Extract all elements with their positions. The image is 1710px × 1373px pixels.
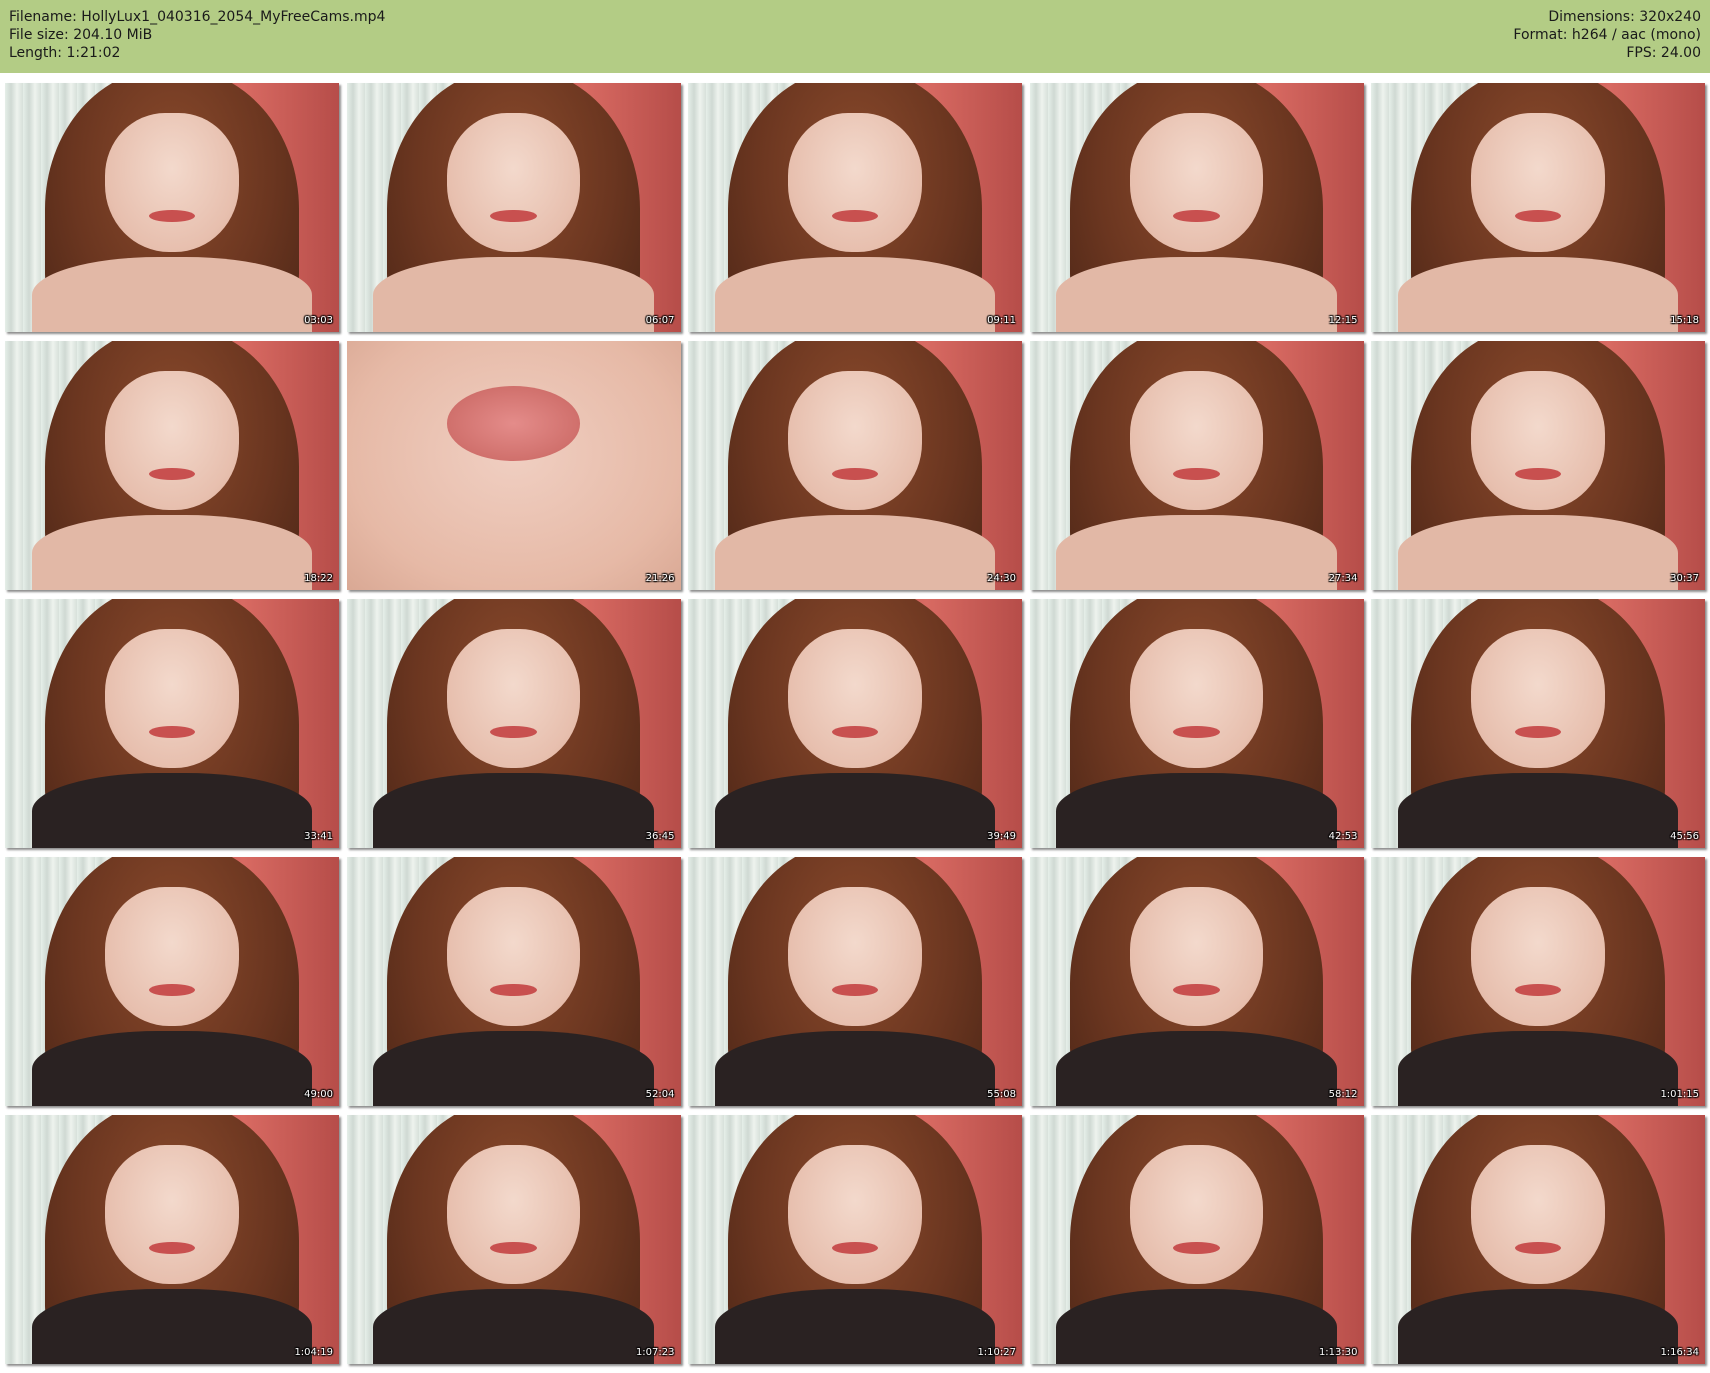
video-thumbnail: 1:01:15 bbox=[1371, 857, 1705, 1106]
timestamp-label: 1:16:34 bbox=[1660, 1347, 1699, 1358]
thumbnail-image bbox=[346, 341, 681, 590]
dimensions-text: Dimensions: 320x240 bbox=[1548, 9, 1701, 25]
video-thumbnail: 15:18 bbox=[1371, 83, 1705, 332]
video-thumbnail: 12:15 bbox=[1029, 83, 1364, 332]
thumbnail-image bbox=[688, 1115, 1022, 1364]
video-thumbnail: 24:30 bbox=[688, 341, 1022, 590]
fps-text: FPS: 24.00 bbox=[1626, 45, 1701, 61]
timestamp-label: 39:49 bbox=[987, 831, 1016, 842]
thumbnail-image bbox=[1029, 83, 1364, 332]
filesize-text: File size: 204.10 MiB bbox=[9, 27, 153, 43]
timestamp-label: 52:04 bbox=[645, 1089, 675, 1100]
video-thumbnail: 18:22 bbox=[5, 341, 339, 590]
format-text: Format: h264 / aac (mono) bbox=[1513, 27, 1701, 43]
timestamp-label: 21:26 bbox=[645, 573, 675, 584]
thumbnail-image bbox=[688, 599, 1022, 848]
thumbnail-image bbox=[1371, 341, 1705, 590]
timestamp-label: 15:18 bbox=[1670, 315, 1699, 326]
filename-text: Filename: HollyLux1_040316_2054_MyFreeCa… bbox=[9, 9, 386, 25]
timestamp-label: 1:10:27 bbox=[977, 1347, 1016, 1358]
thumbnail-image bbox=[5, 1115, 339, 1364]
video-thumbnail: 1:13:30 bbox=[1029, 1115, 1364, 1364]
timestamp-label: 55:08 bbox=[987, 1089, 1016, 1100]
timestamp-label: 12:15 bbox=[1328, 315, 1358, 326]
length-text: Length: 1:21:02 bbox=[9, 45, 121, 61]
video-thumbnail: 30:37 bbox=[1371, 341, 1705, 590]
video-thumbnail: 52:04 bbox=[346, 857, 681, 1106]
timestamp-label: 24:30 bbox=[987, 573, 1016, 584]
timestamp-label: 49:00 bbox=[304, 1089, 333, 1100]
video-thumbnail: 39:49 bbox=[688, 599, 1022, 848]
video-thumbnail: 1:10:27 bbox=[688, 1115, 1022, 1364]
thumbnail-image bbox=[346, 1115, 681, 1364]
video-thumbnail: 42:53 bbox=[1029, 599, 1364, 848]
timestamp-label: 1:01:15 bbox=[1660, 1089, 1699, 1100]
timestamp-label: 03:03 bbox=[304, 315, 333, 326]
timestamp-label: 58:12 bbox=[1328, 1089, 1358, 1100]
thumbnail-image bbox=[5, 599, 339, 848]
thumbnail-image bbox=[1371, 599, 1705, 848]
thumbnail-image bbox=[1029, 857, 1364, 1106]
timestamp-label: 09:11 bbox=[987, 315, 1016, 326]
timestamp-label: 36:45 bbox=[645, 831, 675, 842]
video-thumbnail: 55:08 bbox=[688, 857, 1022, 1106]
video-thumbnail: 36:45 bbox=[346, 599, 681, 848]
video-thumbnail: 33:41 bbox=[5, 599, 339, 848]
timestamp-label: 1:04:19 bbox=[294, 1347, 333, 1358]
thumbnail-image bbox=[1371, 83, 1705, 332]
video-thumbnail: 09:11 bbox=[688, 83, 1022, 332]
thumbnail-image bbox=[5, 341, 339, 590]
thumbnail-image bbox=[5, 83, 339, 332]
timestamp-label: 27:34 bbox=[1328, 573, 1358, 584]
video-thumbnail: 1:07:23 bbox=[346, 1115, 681, 1364]
thumbnail-image bbox=[1029, 1115, 1364, 1364]
timestamp-label: 1:13:30 bbox=[1318, 1347, 1358, 1358]
thumbnail-image bbox=[1029, 341, 1364, 590]
thumbnail-image bbox=[346, 599, 681, 848]
video-thumbnail: 27:34 bbox=[1029, 341, 1364, 590]
video-thumbnail: 49:00 bbox=[5, 857, 339, 1106]
video-thumbnail: 1:16:34 bbox=[1371, 1115, 1705, 1364]
thumbnail-image bbox=[1371, 857, 1705, 1106]
video-thumbnail: 21:26 bbox=[346, 341, 681, 590]
thumbnail-image bbox=[688, 857, 1022, 1106]
video-thumbnail: 06:07 bbox=[346, 83, 681, 332]
thumbnail-image bbox=[5, 857, 339, 1106]
file-info-left: Filename: HollyLux1_040316_2054_MyFreeCa… bbox=[9, 8, 385, 62]
video-thumbnail: 03:03 bbox=[5, 83, 339, 332]
timestamp-label: 30:37 bbox=[1670, 573, 1699, 584]
thumbnail-image bbox=[1371, 1115, 1705, 1364]
video-thumbnail: 1:04:19 bbox=[5, 1115, 339, 1364]
timestamp-label: 1:07:23 bbox=[635, 1347, 675, 1358]
thumbnail-image bbox=[1029, 599, 1364, 848]
timestamp-label: 33:41 bbox=[304, 831, 333, 842]
thumbnail-image bbox=[688, 83, 1022, 332]
thumbnail-image bbox=[346, 83, 681, 332]
file-info-right: Dimensions: 320x240 Format: h264 / aac (… bbox=[1513, 8, 1701, 62]
info-header: Filename: HollyLux1_040316_2054_MyFreeCa… bbox=[0, 0, 1710, 73]
video-thumbnail: 45:56 bbox=[1371, 599, 1705, 848]
thumbnail-image bbox=[346, 857, 681, 1106]
timestamp-label: 18:22 bbox=[304, 573, 333, 584]
timestamp-label: 06:07 bbox=[645, 315, 675, 326]
timestamp-label: 42:53 bbox=[1328, 831, 1358, 842]
video-thumbnail: 58:12 bbox=[1029, 857, 1364, 1106]
thumbnail-grid: 03:03 06:07 09:11 12:15 15:18 18:22 21:26 24:30… bbox=[5, 83, 1705, 1368]
timestamp-label: 45:56 bbox=[1670, 831, 1699, 842]
thumbnail-image bbox=[688, 341, 1022, 590]
